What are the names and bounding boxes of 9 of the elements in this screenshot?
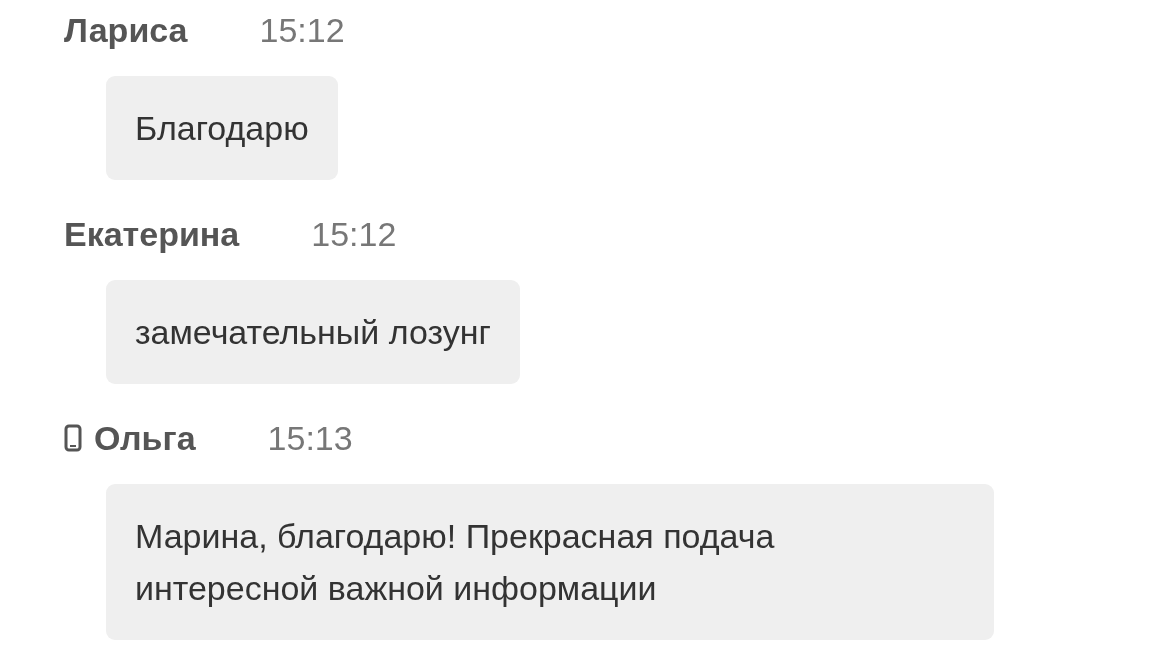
author-name: Лариса — [64, 10, 188, 50]
message-time: 15:13 — [267, 418, 353, 458]
message-time: 15:12 — [259, 10, 345, 50]
author-name: Екатерина — [64, 214, 240, 254]
message-time: 15:12 — [311, 214, 397, 254]
message-bubble: замечательный лозунг — [106, 280, 520, 384]
author-name: Ольга — [94, 418, 196, 458]
message-bubble: Благодарю — [106, 76, 338, 180]
message-bubble: Марина, благодарю! Прекрасная подача интересной важной информации — [106, 484, 994, 640]
